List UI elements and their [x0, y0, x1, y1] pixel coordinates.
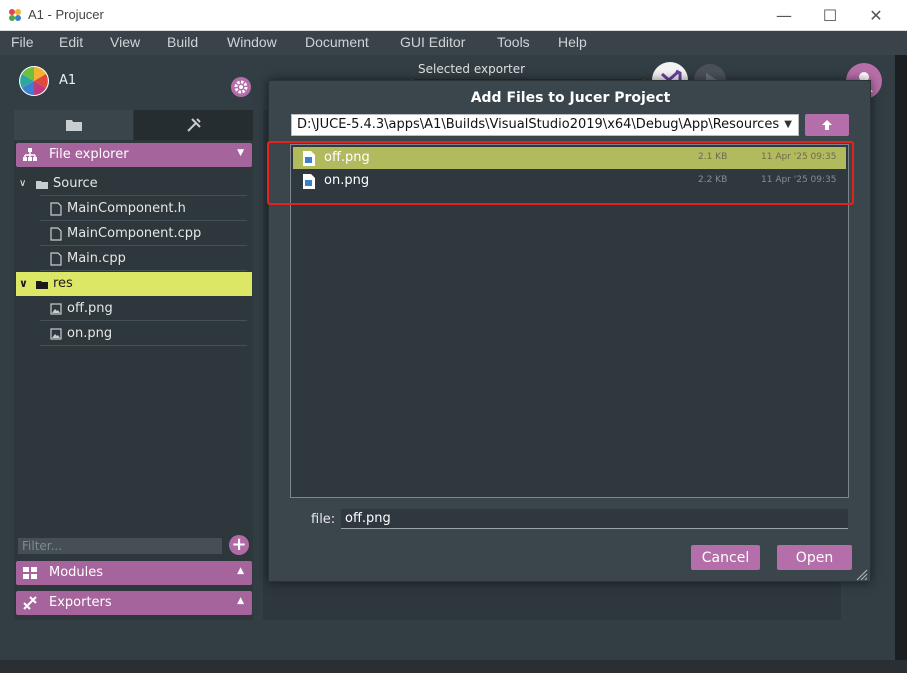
modules-header[interactable]: Modules ▲	[16, 561, 252, 585]
tree-label: on.png	[67, 326, 113, 341]
tree-file[interactable]: MainComponent.h	[16, 197, 247, 221]
chevron-up-icon: ▲	[237, 566, 244, 576]
tree-label: MainComponent.cpp	[67, 226, 202, 241]
menu-document[interactable]: Document	[305, 34, 369, 50]
document-icon	[50, 227, 62, 241]
divider	[40, 245, 247, 246]
resize-grip-icon[interactable]	[854, 567, 868, 581]
expand-arrow-icon[interactable]: ∨	[19, 178, 26, 189]
file-name-input[interactable]: off.png	[341, 509, 848, 529]
tree-file[interactable]: off.png	[16, 297, 247, 321]
exporters-header[interactable]: Exporters ▲	[16, 591, 252, 615]
up-arrow-icon	[822, 120, 832, 130]
path-text: D:\JUCE-5.4.3\apps\A1\Builds\VisualStudi…	[297, 117, 780, 132]
menu-tools[interactable]: Tools	[497, 34, 530, 50]
folder-icon	[65, 120, 82, 131]
file-explorer-label: File explorer	[49, 147, 129, 162]
projucer-app-icon	[9, 9, 21, 21]
tree-label: MainComponent.h	[67, 201, 186, 216]
tree-file[interactable]: MainComponent.cpp	[16, 222, 247, 246]
window-title: A1 - Projucer	[28, 7, 104, 22]
folder-icon	[36, 181, 48, 189]
divider	[40, 320, 247, 321]
exporters-icon	[23, 596, 37, 610]
tree-label: off.png	[67, 301, 113, 316]
menu-build[interactable]: Build	[167, 34, 198, 50]
divider	[40, 220, 247, 221]
image-file-icon	[50, 303, 62, 315]
tab-settings[interactable]	[134, 110, 253, 140]
divider	[40, 195, 247, 196]
file-explorer-header[interactable]: File explorer ▼	[16, 143, 252, 167]
project-logo-icon	[19, 66, 49, 96]
menu-edit[interactable]: Edit	[59, 34, 83, 50]
menu-file[interactable]: File	[11, 34, 34, 50]
selected-exporter-label: Selected exporter	[418, 62, 526, 76]
divider	[40, 345, 247, 346]
minimize-button[interactable]: —	[761, 0, 807, 31]
menu-window[interactable]: Window	[227, 34, 277, 50]
menu-gui-editor[interactable]: GUI Editor	[400, 34, 465, 50]
tree-label: Main.cpp	[67, 251, 126, 266]
tree-folder-source[interactable]: ∨ Source	[16, 172, 247, 196]
image-file-icon	[50, 328, 62, 340]
path-dropdown[interactable]: D:\JUCE-5.4.3\apps\A1\Builds\VisualStudi…	[291, 114, 799, 136]
divider	[40, 270, 247, 271]
background-window-edge	[895, 55, 907, 673]
dropdown-arrow-icon[interactable]: ▼	[784, 115, 792, 135]
expand-arrow-icon[interactable]: ∨	[19, 277, 28, 290]
gear-icon[interactable]	[230, 76, 252, 98]
document-icon	[50, 252, 62, 266]
project-name: A1	[59, 73, 77, 88]
menu-help[interactable]: Help	[558, 34, 587, 50]
status-strip	[0, 660, 907, 673]
filter-input[interactable]: Filter...	[18, 538, 222, 554]
modules-icon	[23, 567, 37, 579]
tree-folder-res[interactable]: ∨ res	[16, 272, 252, 296]
menu-view[interactable]: View	[110, 34, 140, 50]
close-icon: ✕	[869, 6, 883, 25]
cancel-button[interactable]: Cancel	[691, 545, 760, 570]
hierarchy-icon	[23, 148, 37, 161]
open-button[interactable]: Open	[777, 545, 852, 570]
maximize-icon: ☐	[822, 6, 838, 25]
menu-bar: File Edit View Build Window Document GUI…	[0, 31, 907, 55]
minimize-icon: —	[776, 6, 792, 25]
tree-file[interactable]: on.png	[16, 322, 247, 346]
sidebar-tabs	[14, 110, 253, 140]
window-title-bar: A1 - Projucer — ☐ ✕	[0, 0, 907, 31]
modules-label: Modules	[49, 565, 104, 580]
add-button[interactable]: +	[229, 535, 249, 555]
tab-files[interactable]	[14, 110, 133, 140]
maximize-button[interactable]: ☐	[807, 0, 853, 31]
tree-label: res	[53, 276, 73, 291]
file-name-label: file:	[311, 512, 336, 527]
parent-folder-button[interactable]	[805, 114, 849, 136]
plus-icon: +	[231, 534, 247, 555]
chevron-up-icon: ▲	[237, 596, 244, 606]
document-icon	[50, 202, 62, 216]
tools-icon	[186, 118, 201, 132]
annotation-highlight-box	[267, 141, 854, 205]
folder-icon	[36, 281, 48, 289]
tree-label: Source	[53, 176, 98, 191]
chevron-down-icon: ▼	[237, 148, 244, 158]
close-button[interactable]: ✕	[853, 0, 899, 31]
tree-file[interactable]: Main.cpp	[16, 247, 247, 271]
dialog-title: Add Files to Jucer Project	[470, 90, 671, 106]
exporters-label: Exporters	[49, 595, 112, 610]
